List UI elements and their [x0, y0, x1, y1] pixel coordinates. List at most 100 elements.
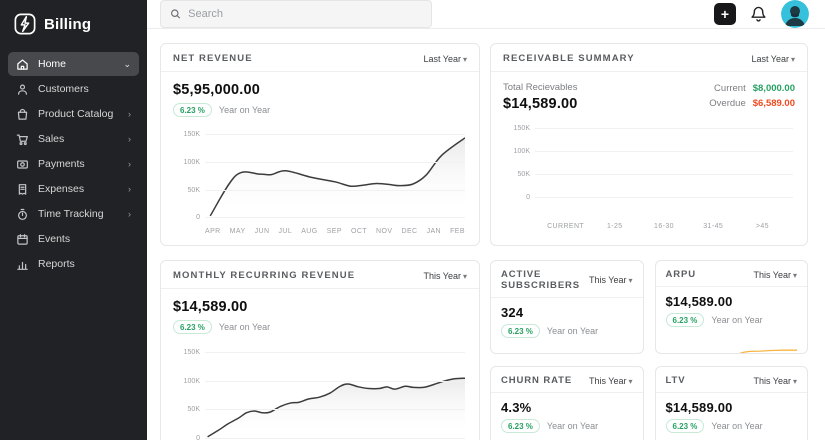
sidebar-item-events[interactable]: Events: [8, 227, 139, 251]
gridline: [535, 151, 793, 153]
active-subscribers-value: 324: [501, 305, 524, 320]
active-subscribers-period-dropdown[interactable]: This Year ▾: [589, 275, 633, 285]
total-receivables-label: Total Recievables: [503, 82, 578, 93]
chevron-right-icon: ›: [128, 134, 131, 144]
chevron-right-icon: ›: [128, 159, 131, 169]
churn-rate-title: CHURN RATE: [501, 375, 573, 386]
app-title: Billing: [44, 15, 92, 33]
user-avatar[interactable]: [781, 0, 809, 28]
bar-label: 1-25: [606, 223, 623, 230]
search-box[interactable]: [160, 0, 432, 28]
quick-add-button[interactable]: +: [714, 3, 736, 25]
active-subscribers-yoy-badge: 6.23 %: [501, 324, 540, 338]
chevron-down-icon: ▾: [462, 271, 467, 281]
net-revenue-chart: 150K 100K 50K 0 APR MAY JUN JUL AUG SEP OCT NOV DEC…: [173, 129, 467, 235]
chevron-down-icon: ▾: [790, 54, 795, 64]
y-axis-tick: 100K: [183, 159, 200, 166]
arpu-period-dropdown[interactable]: This Year ▾: [753, 270, 797, 280]
churn-rate-card: CHURN RATE This Year ▾ 4.3% 6.23 % Year o…: [490, 366, 644, 440]
y-axis-tick: 50K: [187, 186, 200, 194]
active-subscribers-sparkline: [501, 345, 633, 354]
mrr-value: $14,589.00: [173, 299, 248, 315]
sidebar-item-product-catalog[interactable]: Product Catalog ›: [8, 102, 139, 126]
expenses-receipt-icon: [16, 183, 29, 196]
gridline: [535, 174, 793, 176]
bell-icon: [751, 6, 766, 22]
gridline: [205, 351, 465, 353]
search-input[interactable]: [188, 8, 422, 20]
chevron-down-icon: ▾: [792, 376, 797, 386]
sidebar: Billing Home ⌄ Customers Product Catalog…: [0, 0, 147, 440]
sidebar-item-expenses[interactable]: Expenses ›: [8, 177, 139, 201]
mrr-chart: 150K 100K 50K 0: [173, 346, 467, 440]
churn-rate-period-dropdown[interactable]: This Year ▾: [589, 376, 633, 386]
arpu-sparkline: [666, 334, 798, 354]
y-axis-tick: 150K: [183, 348, 200, 356]
gridline: [535, 128, 793, 130]
yoy-caption: Year on Year: [711, 421, 763, 431]
net-revenue-value: $5,95,000.00: [173, 82, 261, 98]
y-axis-tick: 0: [196, 214, 200, 221]
arpu-yoy-badge: 6.23 %: [665, 313, 705, 327]
search-icon: [170, 9, 181, 19]
payments-icon: [16, 158, 29, 171]
x-axis-label: JUN: [254, 228, 270, 235]
sidebar-item-home[interactable]: Home ⌄: [8, 52, 139, 76]
mrr-period-dropdown[interactable]: This Year ▾: [423, 271, 467, 281]
sidebar-item-reports[interactable]: Reports: [8, 252, 139, 276]
home-icon: [16, 58, 29, 71]
customers-icon: [16, 83, 29, 96]
app-window: Billing Home ⌄ Customers Product Catalog…: [0, 0, 825, 440]
net-revenue-yoy-badge: 6.23 %: [173, 103, 212, 117]
net-revenue-period-dropdown[interactable]: Last Year ▾: [423, 54, 467, 64]
receivable-summary-title: RECEIVABLE SUMMARY: [503, 53, 635, 64]
time-tracking-icon: [16, 208, 29, 221]
yoy-caption: Year on Year: [546, 421, 599, 431]
net-revenue-title: NET REVENUE: [173, 53, 253, 64]
total-receivables-value: $14,589.00: [503, 96, 578, 112]
x-axis-label: MAY: [229, 228, 246, 235]
chevron-down-icon: ⌄: [123, 58, 131, 69]
notifications-button[interactable]: [749, 5, 768, 24]
avatar-image: [781, 0, 809, 28]
bar-label: >45: [755, 223, 769, 230]
app-logo: Billing: [0, 0, 147, 47]
y-axis-tick: 100K: [513, 148, 530, 156]
sales-cart-icon: [16, 133, 29, 146]
chevron-right-icon: ›: [128, 209, 131, 219]
topbar-actions: +: [714, 0, 809, 28]
product-catalog-icon: [16, 108, 29, 121]
sidebar-item-payments[interactable]: Payments ›: [8, 152, 139, 176]
bar-label: 31-45: [703, 223, 724, 230]
y-axis-tick: 150K: [513, 125, 530, 133]
bar-label: 16-30: [654, 223, 674, 230]
ltv-period-dropdown[interactable]: This Year ▾: [753, 376, 797, 386]
churn-rate-value: 4.3%: [501, 400, 532, 415]
chevron-right-icon: ›: [128, 184, 131, 194]
arpu-title: ARPU: [665, 269, 697, 280]
events-calendar-icon: [16, 233, 29, 246]
chevron-down-icon: ▾: [628, 276, 633, 285]
sidebar-item-sales[interactable]: Sales ›: [8, 127, 139, 151]
chevron-down-icon: ▾: [462, 54, 467, 64]
plus-icon: +: [720, 6, 730, 22]
x-axis-label: AUG: [301, 228, 318, 235]
gridline: [205, 409, 465, 411]
x-axis-label: FEB: [450, 228, 465, 235]
receivable-period-dropdown[interactable]: Last Year ▾: [751, 54, 795, 64]
gridline: [205, 380, 465, 382]
dashboard-row-1: NET REVENUE Last Year ▾ $5,95,000.00 6.23…: [160, 43, 808, 246]
dashboard-row-2: MONTHLY RECURRING REVENUE This Year ▾ $14…: [160, 260, 808, 440]
billing-logo-icon: [14, 13, 36, 35]
x-axis: CURRENT 1-25 16-30 31-45 >45: [535, 223, 793, 230]
churn-rate-yoy-badge: 6.23 %: [501, 419, 540, 433]
sidebar-item-time-tracking[interactable]: Time Tracking ›: [8, 202, 139, 226]
active-subscribers-card: ACTIVE SUBSCRIBERS This Year ▾ 324 6.23 %…: [490, 260, 644, 354]
y-axis-tick: 50K: [517, 171, 530, 179]
overdue-label: Overdue: [709, 97, 746, 109]
arpu-value: $14,589.00: [665, 294, 733, 309]
sidebar-item-customers[interactable]: Customers: [8, 77, 139, 101]
x-axis-label: DEC: [401, 228, 418, 235]
y-axis-tick: 0: [526, 194, 530, 202]
gridline: [205, 162, 465, 163]
